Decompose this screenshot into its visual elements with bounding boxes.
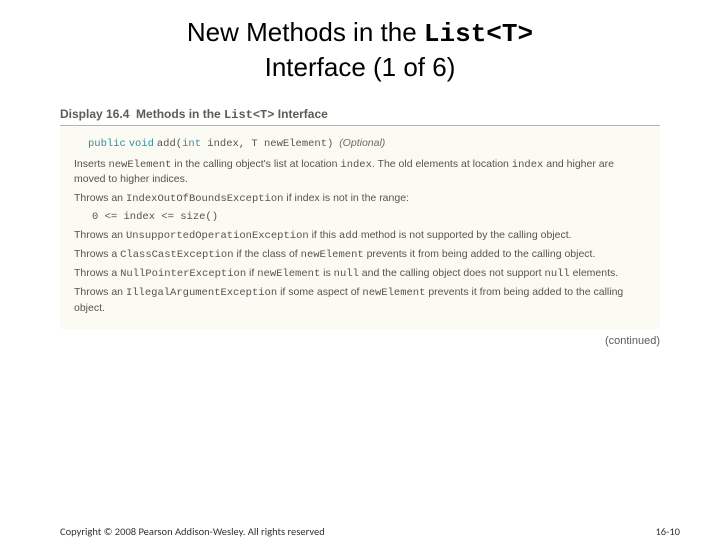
- t: is: [320, 267, 333, 279]
- t: prevents it from being added to the call…: [364, 248, 596, 260]
- range-expr: 0 <= index <= size(): [74, 210, 646, 224]
- c: IndexOutOfBoundsException: [126, 193, 284, 205]
- t: and the calling object does not support: [359, 267, 545, 279]
- title-line1-code: List<T>: [424, 19, 533, 49]
- kw-public: public: [88, 138, 126, 150]
- display-header: Display 16.4 Methods in the List<T> Inte…: [60, 107, 660, 126]
- t: method is not supported by the calling o…: [358, 229, 572, 241]
- c: IllegalArgumentException: [126, 287, 277, 299]
- t: Throws an: [74, 229, 126, 241]
- title-line2: Interface (1 of 6): [265, 52, 456, 82]
- copyright-text: Copyright © 2008 Pearson Addison-Wesley.…: [60, 525, 325, 538]
- t: in the calling object's list at location: [171, 158, 340, 170]
- display-title-post: Interface: [274, 107, 327, 121]
- c: NullPointerException: [120, 268, 246, 280]
- desc-unsupported: Throws an UnsupportedOperationException …: [74, 228, 646, 243]
- c: newElement: [301, 249, 364, 261]
- c: newElement: [108, 159, 171, 171]
- t: if: [246, 267, 257, 279]
- display-block: Display 16.4 Methods in the List<T> Inte…: [60, 107, 660, 329]
- c: add: [339, 230, 358, 242]
- t: Throws a: [74, 267, 120, 279]
- t: Inserts: [74, 158, 108, 170]
- c: index: [512, 159, 544, 171]
- desc-insert: Inserts newElement in the calling object…: [74, 157, 646, 186]
- method-name: add: [157, 138, 176, 150]
- display-label: Display 16.4: [60, 107, 129, 121]
- t: if this: [309, 229, 339, 241]
- c: index: [340, 159, 372, 171]
- title-line1-pre: New Methods in the: [187, 17, 424, 47]
- desc-indexoob: Throws an IndexOutOfBoundsException if i…: [74, 191, 646, 206]
- t: Throws an: [74, 192, 126, 204]
- display-title-code: List<T>: [224, 108, 274, 122]
- method-box: public void add(int index, T newElement)…: [60, 126, 660, 329]
- c: newElement: [362, 287, 425, 299]
- page-number: 16-10: [655, 525, 680, 538]
- method-signature: public void add(int index, T newElement)…: [74, 136, 646, 151]
- c: null: [334, 268, 359, 280]
- display-title-pre: Methods in the: [136, 107, 224, 121]
- slide-title: New Methods in the List<T> Interface (1 …: [0, 16, 720, 83]
- kw-int: int: [182, 138, 201, 150]
- t: . The old elements at location: [372, 158, 512, 170]
- kw-void: void: [129, 138, 154, 150]
- t: if the class of: [234, 248, 301, 260]
- footer: Copyright © 2008 Pearson Addison-Wesley.…: [60, 525, 680, 538]
- c: UnsupportedOperationException: [126, 230, 309, 242]
- t: if some aspect of: [277, 286, 362, 298]
- paren-close: ): [327, 138, 333, 150]
- desc-illegalarg: Throws an IllegalArgumentException if so…: [74, 285, 646, 314]
- t: if index is not in the range:: [283, 192, 409, 204]
- params: index, T newElement: [201, 138, 327, 150]
- continued-label: (continued): [0, 335, 660, 347]
- c: null: [545, 268, 570, 280]
- desc-classcast: Throws a ClassCastException if the class…: [74, 247, 646, 262]
- c: ClassCastException: [120, 249, 233, 261]
- c: newElement: [257, 268, 320, 280]
- desc-nullpointer: Throws a NullPointerException if newElem…: [74, 266, 646, 281]
- optional-label: (Optional): [339, 137, 385, 149]
- t: Throws an: [74, 286, 126, 298]
- t: Throws a: [74, 248, 120, 260]
- t: elements.: [570, 267, 618, 279]
